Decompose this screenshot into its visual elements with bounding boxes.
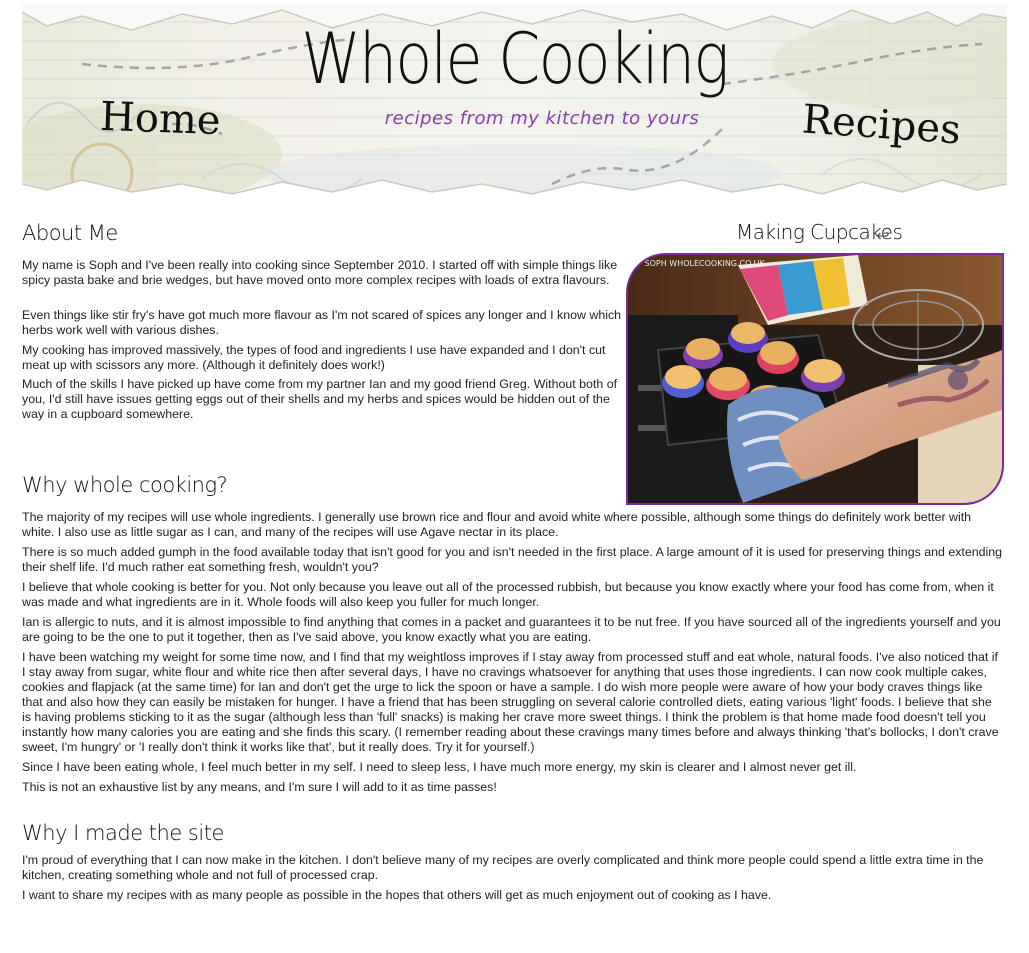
site-tagline: recipes from my kitchen to yours — [384, 108, 700, 129]
photo-watermark: © SOPH WHOLECOOKING.CO.UK — [634, 259, 766, 268]
about-paragraph: Even things like stir fry's have got muc… — [22, 308, 622, 337]
site-title: Whole Cooking — [301, 18, 729, 100]
nav-home-link[interactable]: Home — [99, 94, 221, 144]
why-paragraph: Since I have been eating whole, I feel m… — [22, 760, 857, 774]
why-whole-cooking-heading: Why whole cooking? — [22, 473, 228, 497]
cupcakes-photo[interactable]: © SOPH WHOLECOOKING.CO.UK — [626, 253, 1004, 505]
curly-arrow-icon: ↩ — [876, 228, 890, 245]
why-paragraph: Ian is allergic to nuts, and it is almos… — [22, 615, 1001, 644]
why-paragraph: This is not an exhaustive list by any me… — [22, 780, 497, 794]
about-paragraph: My cooking has improved massively, the t… — [22, 343, 606, 372]
why-paragraph: The majority of my recipes will use whol… — [22, 510, 972, 539]
about-paragraph: Much of the skills I have picked up have… — [22, 377, 618, 421]
about-me-heading: About Me — [22, 221, 118, 245]
site-paragraph: I want to share my recipes with as many … — [22, 888, 772, 902]
cupcakes-photo-illustration: © SOPH WHOLECOOKING.CO.UK — [628, 255, 1002, 503]
why-made-site-heading: Why I made the site — [22, 821, 224, 845]
site-paragraph: I'm proud of everything that I can now m… — [22, 853, 984, 882]
about-paragraph: My name is Soph and I've been really int… — [22, 258, 618, 287]
why-paragraph: I believe that whole cooking is better f… — [22, 580, 994, 609]
why-paragraph: There is so much added gumph in the food… — [22, 545, 1003, 574]
why-paragraph: I have been watching my weight for some … — [22, 650, 999, 754]
header-banner: Whole Cooking recipes from my kitchen to… — [22, 4, 1007, 196]
